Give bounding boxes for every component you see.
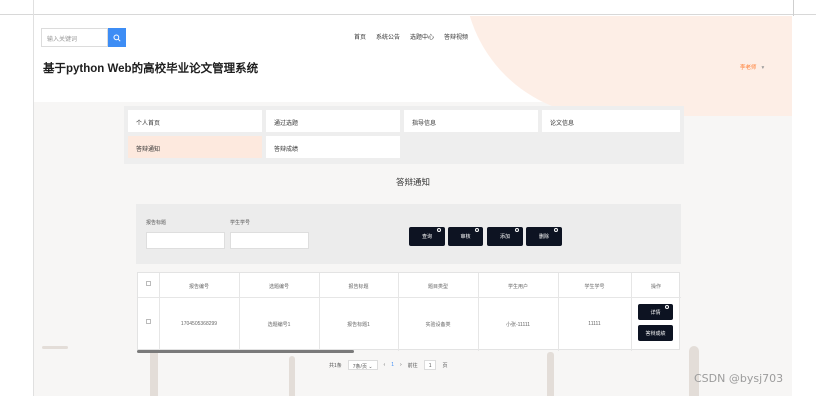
- search-button[interactable]: [108, 28, 126, 47]
- query-button-label: 查询: [421, 234, 432, 240]
- review-button-label: 审核: [460, 234, 471, 240]
- report-title-input[interactable]: [146, 232, 225, 249]
- defense-score-button[interactable]: 答辩成绩: [638, 325, 673, 341]
- nav-item-topics[interactable]: 选题中心: [410, 32, 434, 41]
- table-header-actions: 操作: [650, 284, 661, 290]
- pagination: 共1条 7条/页 ⌄ ‹ 1 › 前往 1 页: [329, 360, 447, 370]
- decoration-tower: [289, 356, 295, 396]
- cell-report-title: 报告标题1: [347, 322, 370, 328]
- defense-score-button-label: 答辩成绩: [645, 330, 666, 337]
- table-header-topic-type: 题目类型: [427, 284, 448, 290]
- cell-topic-type: 实验设备类: [425, 322, 451, 328]
- nav-item-home[interactable]: 首页: [354, 32, 366, 41]
- add-button[interactable]: 添加: [487, 227, 523, 246]
- delete-button-label: 删除: [538, 234, 549, 240]
- search-icon: [113, 33, 121, 42]
- goto-suffix: 页: [442, 362, 448, 369]
- data-table: 报告编号 选题编号 报告标题 题目类型 学生用户 学生学号 操作 1704505…: [137, 272, 681, 351]
- row-checkbox[interactable]: [146, 319, 151, 324]
- pagination-total: 共1条: [329, 362, 342, 369]
- nav-item-announcements[interactable]: 系统公告: [376, 32, 400, 41]
- cell-report-no: 1704505368299: [180, 321, 218, 327]
- menu-item-defense-score[interactable]: 答辩成绩: [266, 136, 400, 158]
- info-icon: [665, 305, 669, 309]
- menu-item-approved-topics[interactable]: 通过选题: [266, 110, 400, 132]
- page: 输入关键词 首页 系统公告 选题中心 答辩视频 基于python Web的高校毕…: [34, 16, 792, 396]
- nav-item-defense-video[interactable]: 答辩视频: [444, 32, 468, 41]
- student-id-input[interactable]: [230, 232, 309, 249]
- menu-item-profile[interactable]: 个人首页: [128, 110, 262, 132]
- table-header-student-id: 学生学号: [584, 284, 605, 290]
- goto-label: 前往: [407, 362, 418, 369]
- detail-button-label: 详情: [650, 309, 661, 316]
- top-nav: 首页 系统公告 选题中心 答辩视频: [354, 32, 468, 41]
- user-center-menu: 个人首页 通过选题 指导信息 论文信息 答辩通知 答辩成绩: [124, 106, 684, 164]
- search-input[interactable]: 输入关键词: [41, 28, 108, 47]
- table-header-report-title: 报告标题: [348, 284, 369, 290]
- cell-topic-no: 选题编号1: [267, 322, 291, 328]
- filter-label-student-id: 学生学号: [230, 220, 251, 226]
- select-all-checkbox[interactable]: [146, 281, 151, 286]
- trash-icon: [554, 228, 558, 232]
- filter-panel: 报告标题 学生学号 查询 审核 添加 删除: [136, 204, 681, 264]
- user-name: 李老师: [740, 65, 757, 71]
- site-title: 基于python Web的高校毕业论文管理系统: [43, 63, 259, 75]
- query-button[interactable]: 查询: [409, 227, 445, 246]
- table-header-report-no: 报告编号: [188, 284, 209, 290]
- menu-item-defense-notice[interactable]: 答辩通知: [128, 136, 262, 158]
- user-menu[interactable]: 李老师 ▾: [740, 63, 764, 71]
- table-header-topic-no: 选题编号: [268, 284, 289, 290]
- table-horizontal-scrollbar[interactable]: [137, 350, 354, 353]
- cell-student-user: 小张-11111: [505, 322, 531, 328]
- menu-item-thesis[interactable]: 论文信息: [542, 110, 680, 132]
- filter-label-report-title: 报告标题: [146, 220, 167, 226]
- table-header-student-user: 学生用户: [507, 284, 528, 290]
- decoration-rocket: [150, 346, 158, 396]
- decoration-tower: [689, 346, 699, 396]
- chevron-down-icon: ▾: [761, 65, 765, 71]
- page-size-value: 7条/页: [352, 364, 367, 370]
- page-size-select[interactable]: 7条/页 ⌄: [347, 360, 378, 370]
- page-number-current[interactable]: 1: [391, 362, 394, 368]
- search-icon: [437, 228, 441, 232]
- right-border: [793, 0, 794, 16]
- delete-button[interactable]: 删除: [526, 227, 562, 246]
- detail-button[interactable]: 详情: [638, 304, 673, 320]
- section-title: 答辩通知: [395, 177, 430, 187]
- table-header-divider: [138, 297, 681, 298]
- header: 输入关键词 首页 系统公告 选题中心 答辩视频 基于python Web的高校毕…: [34, 16, 792, 116]
- review-button[interactable]: 审核: [448, 227, 483, 246]
- watermark: CSDN @bysj703: [694, 372, 784, 385]
- cell-student-id: 11111: [588, 321, 601, 327]
- decoration-tower: [547, 352, 554, 396]
- decoration-plane: [42, 346, 68, 349]
- check-icon: [475, 228, 479, 232]
- top-border: [0, 14, 816, 15]
- menu-item-guidance[interactable]: 指导信息: [404, 110, 538, 132]
- add-button-label: 添加: [499, 234, 510, 240]
- next-page-button[interactable]: ›: [400, 362, 402, 368]
- prev-page-button[interactable]: ‹: [384, 362, 386, 368]
- plus-icon: [515, 228, 519, 232]
- goto-page-input[interactable]: 1: [423, 360, 437, 370]
